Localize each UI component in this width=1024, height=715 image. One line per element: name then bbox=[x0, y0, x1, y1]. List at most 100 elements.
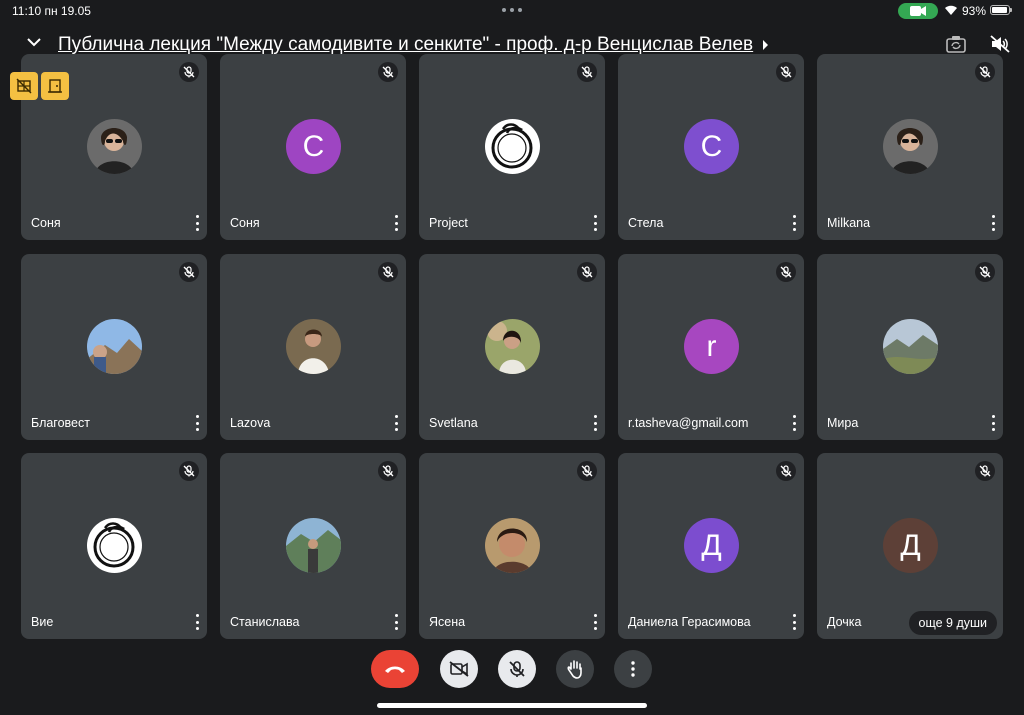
more-vert-icon[interactable] bbox=[392, 415, 400, 431]
participant-tile[interactable]: Вие bbox=[21, 453, 207, 639]
hang-up-icon bbox=[385, 666, 405, 673]
participant-name: Соня bbox=[31, 216, 61, 230]
camera-toggle-button[interactable] bbox=[440, 650, 478, 688]
muted-mic-icon bbox=[179, 262, 199, 282]
muted-mic-icon bbox=[776, 262, 796, 282]
muted-mic-icon bbox=[975, 461, 995, 481]
participant-name: Milkana bbox=[827, 216, 871, 230]
participant-name: Соня bbox=[230, 216, 260, 230]
participant-name: Project bbox=[429, 216, 468, 230]
more-vert-icon[interactable] bbox=[989, 415, 997, 431]
muted-mic-icon bbox=[378, 461, 398, 481]
title-arrow-icon bbox=[763, 40, 768, 50]
participant-name: Мира bbox=[827, 416, 859, 430]
battery-percent: 93% bbox=[962, 4, 987, 18]
participant-tile[interactable]: Д Даниела Герасимова bbox=[618, 453, 804, 639]
woman-garden-photo bbox=[485, 319, 540, 374]
snake-circle-logo bbox=[485, 119, 540, 174]
participant-tile[interactable]: Ясена bbox=[419, 453, 605, 639]
muted-mic-icon bbox=[975, 62, 995, 82]
end-call-button[interactable] bbox=[371, 650, 419, 688]
participant-tile[interactable]: Мира bbox=[817, 254, 1003, 440]
microphone-toggle-button[interactable] bbox=[498, 650, 536, 688]
switch-camera-icon[interactable] bbox=[946, 35, 966, 53]
muted-mic-icon bbox=[776, 62, 796, 82]
more-vert-icon[interactable] bbox=[790, 415, 798, 431]
participant-tile[interactable]: Станислава bbox=[220, 453, 406, 639]
status-time: 11:10 пн 19.05 bbox=[12, 4, 91, 18]
woman-sunglasses-photo bbox=[883, 119, 938, 174]
participant-tile[interactable]: Д Дочка още 9 души bbox=[817, 453, 1003, 639]
muted-mic-icon bbox=[378, 62, 398, 82]
multitask-dots[interactable] bbox=[502, 8, 522, 12]
camera-off-icon bbox=[449, 661, 469, 677]
speaker-muted-icon[interactable] bbox=[990, 35, 1010, 53]
snake-circle-logo bbox=[87, 518, 142, 573]
more-vert-icon[interactable] bbox=[392, 614, 400, 630]
more-vert-icon[interactable] bbox=[591, 215, 599, 231]
muted-mic-icon bbox=[378, 262, 398, 282]
participant-tile[interactable]: Project bbox=[419, 54, 605, 240]
rock-landscape-photo bbox=[87, 319, 142, 374]
woman-portrait-photo bbox=[485, 518, 540, 573]
woman-mountains-photo bbox=[286, 518, 341, 573]
avatar-letter: Д bbox=[701, 528, 722, 562]
mic-off-icon bbox=[509, 661, 525, 677]
participant-tile[interactable]: Milkana bbox=[817, 54, 1003, 240]
more-vert-icon[interactable] bbox=[591, 614, 599, 630]
more-vert-icon[interactable] bbox=[591, 415, 599, 431]
more-vert-icon[interactable] bbox=[790, 614, 798, 630]
more-vert-icon[interactable] bbox=[790, 215, 798, 231]
participant-tile[interactable]: Lazova bbox=[220, 254, 406, 440]
participant-name: Даниела Герасимова bbox=[628, 615, 751, 629]
avatar-letter: C bbox=[302, 129, 325, 163]
status-bar: 11:10 пн 19.05 93% bbox=[0, 0, 1024, 22]
grid-view-button[interactable] bbox=[10, 72, 38, 100]
participant-tile[interactable]: r r.tasheva@gmail.com bbox=[618, 254, 804, 440]
muted-mic-icon bbox=[776, 461, 796, 481]
mountain-landscape-photo bbox=[883, 319, 938, 374]
avatar-initial: Д bbox=[684, 518, 739, 573]
avatar-letter: C bbox=[700, 129, 723, 163]
others-count-badge[interactable]: още 9 души bbox=[908, 611, 997, 635]
muted-mic-icon bbox=[179, 62, 199, 82]
woman-white-shirt-photo bbox=[286, 319, 341, 374]
participant-name: Вие bbox=[31, 615, 54, 629]
chevron-down-icon[interactable] bbox=[26, 36, 42, 48]
participant-name: Станислава bbox=[230, 615, 300, 629]
muted-mic-icon bbox=[577, 62, 597, 82]
participant-name: Благовест bbox=[31, 416, 90, 430]
muted-mic-icon bbox=[975, 262, 995, 282]
avatar-letter: Д bbox=[900, 528, 921, 562]
more-options-button[interactable] bbox=[614, 650, 652, 688]
participant-tile[interactable]: Svetlana bbox=[419, 254, 605, 440]
hand-icon bbox=[567, 660, 582, 679]
avatar-letter: r bbox=[706, 329, 717, 363]
meeting-title[interactable]: Публична лекция "Между самодивите и сенк… bbox=[58, 34, 753, 56]
participant-name: Svetlana bbox=[429, 416, 478, 430]
battery-icon bbox=[990, 5, 1012, 15]
home-indicator[interactable] bbox=[377, 703, 647, 708]
avatar-initial: Д bbox=[883, 518, 938, 573]
more-vert-icon bbox=[631, 661, 635, 677]
woman-sunglasses-photo bbox=[87, 119, 142, 174]
more-vert-icon[interactable] bbox=[193, 415, 201, 431]
participant-tile[interactable]: C Стела bbox=[618, 54, 804, 240]
raise-hand-button[interactable] bbox=[556, 650, 594, 688]
more-vert-icon[interactable] bbox=[392, 215, 400, 231]
more-vert-icon[interactable] bbox=[193, 215, 201, 231]
participant-name: r.tasheva@gmail.com bbox=[628, 416, 749, 430]
camera-in-use-indicator bbox=[898, 3, 938, 19]
participant-name: Стела bbox=[628, 216, 664, 230]
wifi-icon bbox=[945, 5, 957, 15]
avatar-initial: C bbox=[684, 119, 739, 174]
muted-mic-icon bbox=[179, 461, 199, 481]
more-vert-icon[interactable] bbox=[989, 215, 997, 231]
more-vert-icon[interactable] bbox=[193, 614, 201, 630]
participant-tile[interactable]: C Соня bbox=[220, 54, 406, 240]
participant-tile[interactable]: Благовест bbox=[21, 254, 207, 440]
door-icon bbox=[48, 79, 62, 93]
exit-room-button[interactable] bbox=[41, 72, 69, 100]
muted-mic-icon bbox=[577, 461, 597, 481]
avatar-initial: r bbox=[684, 319, 739, 374]
